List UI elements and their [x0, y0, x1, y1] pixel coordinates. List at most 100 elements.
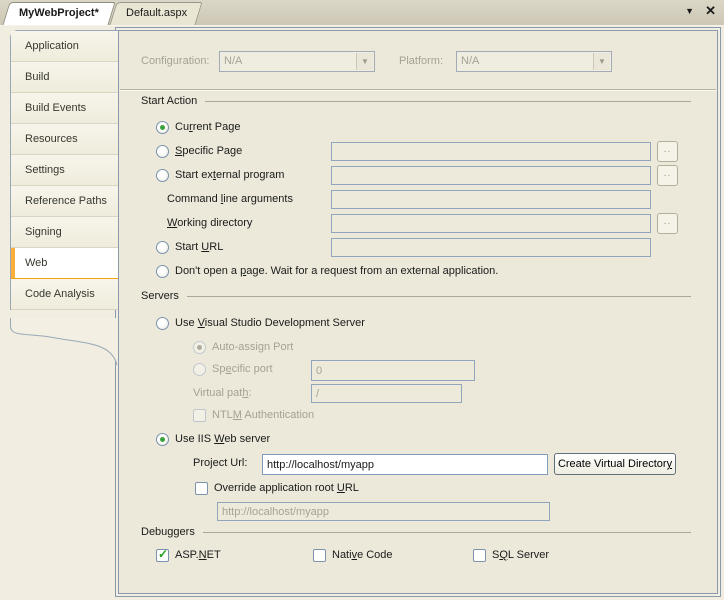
sidebar-item-build[interactable]: Build: [11, 62, 118, 93]
specific-page-label[interactable]: Specific Page: [175, 145, 242, 157]
sidebar-item-resources[interactable]: Resources: [11, 124, 118, 155]
dont-open-page-label[interactable]: Don't open a page. Wait for a request fr…: [175, 265, 498, 277]
use-vs-dev-server-radio[interactable]: [156, 317, 169, 330]
document-tab-defaultaspx[interactable]: Default.aspx: [113, 2, 199, 25]
start-external-input[interactable]: [331, 166, 651, 185]
project-url-label: Project Url:: [193, 457, 247, 469]
property-page-panel: Configuration: N/A ▼ Platform: N/A ▼ Sta…: [118, 30, 718, 594]
native-code-debugger-option: Native Code: [313, 547, 393, 563]
section-rule: [203, 532, 691, 533]
virtual-path-input[interactable]: [311, 384, 462, 403]
specific-page-option: Specific Page: [156, 143, 242, 159]
ntlm-authentication-checkbox[interactable]: [193, 409, 206, 422]
use-vs-dev-server-option: Use Visual Studio Development Server: [156, 315, 365, 331]
configuration-dropdown[interactable]: N/A ▼: [219, 51, 375, 72]
sidebar-item-web[interactable]: Web: [11, 248, 118, 279]
ntlm-authentication-label[interactable]: NTLM Authentication: [212, 409, 314, 421]
config-bar-separator: [120, 89, 716, 90]
current-page-option: Current Page: [156, 119, 240, 135]
native-code-checkbox[interactable]: [313, 549, 326, 562]
start-external-radio[interactable]: [156, 169, 169, 182]
tab-list-dropdown-icon[interactable]: ▼: [685, 6, 694, 16]
specific-page-radio[interactable]: [156, 145, 169, 158]
command-line-input[interactable]: [331, 190, 651, 209]
platform-value: N/A: [461, 55, 479, 67]
section-title: Servers: [141, 290, 179, 302]
auto-assign-port-option: Auto-assign Port: [193, 339, 293, 355]
document-tab-mywebproject[interactable]: MyWebProject*: [6, 2, 112, 25]
sidebar-item-reference-paths[interactable]: Reference Paths: [11, 186, 118, 217]
override-root-input[interactable]: [217, 502, 550, 521]
platform-label: Platform:: [399, 55, 443, 67]
use-iis-option: Use IIS Web server: [156, 431, 270, 447]
create-virtual-directory-button[interactable]: Create Virtual Directory: [554, 453, 676, 475]
use-iis-radio[interactable]: [156, 433, 169, 446]
configuration-value: N/A: [224, 55, 242, 67]
specific-port-radio[interactable]: [193, 363, 206, 376]
servers-section-header: Servers: [141, 289, 691, 303]
project-url-input[interactable]: [262, 454, 548, 475]
specific-port-label[interactable]: Specific port: [212, 363, 273, 375]
start-action-section-header: Start Action: [141, 94, 691, 108]
ntlm-authentication-option: NTLM Authentication: [193, 407, 314, 423]
working-directory-browse-button[interactable]: ..: [657, 213, 678, 234]
close-document-icon[interactable]: ✕: [705, 4, 716, 18]
sidebar-item-settings[interactable]: Settings: [11, 155, 118, 186]
virtual-path-row: Virtual path:: [193, 385, 252, 401]
section-rule: [187, 296, 691, 297]
sidebar-item-application[interactable]: Application: [11, 31, 118, 62]
current-page-radio[interactable]: [156, 121, 169, 134]
debuggers-section-header: Debuggers: [141, 525, 691, 539]
sidebar-item-code-analysis[interactable]: Code Analysis: [11, 279, 118, 310]
override-root-checkbox[interactable]: [195, 482, 208, 495]
document-tab-label: Default.aspx: [113, 2, 199, 24]
start-url-label[interactable]: Start URL: [175, 241, 223, 253]
working-directory-label: Working directory: [167, 217, 252, 229]
current-page-label[interactable]: Current Page: [175, 121, 240, 133]
section-title: Debuggers: [141, 526, 195, 538]
use-vs-dev-server-label[interactable]: Use Visual Studio Development Server: [175, 317, 365, 329]
aspnet-label[interactable]: ASP.NET: [175, 549, 221, 561]
command-line-row: Command line arguments: [167, 191, 293, 207]
start-url-input[interactable]: [331, 238, 651, 257]
native-code-label[interactable]: Native Code: [332, 549, 393, 561]
document-tab-strip: MyWebProject* Default.aspx ▼ ✕: [0, 0, 724, 26]
section-rule: [205, 101, 691, 102]
start-url-radio[interactable]: [156, 241, 169, 254]
sql-server-debugger-option: SQL Server: [473, 547, 549, 563]
specific-page-browse-button[interactable]: ..: [657, 141, 678, 162]
start-url-option: Start URL: [156, 239, 223, 255]
category-tab-list: Application Build Build Events Resources…: [10, 30, 118, 310]
aspnet-checkbox[interactable]: [156, 549, 169, 562]
sidebar-tail-curve: [10, 318, 118, 365]
document-tab-label: MyWebProject*: [6, 2, 112, 24]
sql-server-checkbox[interactable]: [473, 549, 486, 562]
working-directory-row: Working directory: [167, 215, 252, 231]
override-root-label[interactable]: Override application root URL: [214, 482, 359, 494]
designer-host-panel: Configuration: N/A ▼ Platform: N/A ▼ Sta…: [115, 27, 721, 597]
configuration-label: Configuration:: [141, 55, 210, 67]
command-line-label: Command line arguments: [167, 193, 293, 205]
specific-port-option: Specific port: [193, 361, 273, 377]
chevron-down-icon: ▼: [593, 53, 610, 70]
sql-server-label[interactable]: SQL Server: [492, 549, 549, 561]
specific-port-input[interactable]: [311, 360, 475, 381]
auto-assign-port-label[interactable]: Auto-assign Port: [212, 341, 293, 353]
specific-page-input[interactable]: [331, 142, 651, 161]
project-url-row: Project Url:: [193, 455, 247, 471]
start-external-option: Start external program: [156, 167, 284, 183]
sidebar-item-signing[interactable]: Signing: [11, 217, 118, 248]
override-root-option: Override application root URL: [195, 480, 359, 496]
platform-dropdown[interactable]: N/A ▼: [456, 51, 612, 72]
section-title: Start Action: [141, 95, 197, 107]
use-iis-label[interactable]: Use IIS Web server: [175, 433, 270, 445]
start-external-label[interactable]: Start external program: [175, 169, 284, 181]
virtual-path-label: Virtual path:: [193, 387, 252, 399]
auto-assign-port-radio[interactable]: [193, 341, 206, 354]
aspnet-debugger-option: ASP.NET: [156, 547, 221, 563]
dont-open-page-radio[interactable]: [156, 265, 169, 278]
sidebar-item-build-events[interactable]: Build Events: [11, 93, 118, 124]
working-directory-input[interactable]: [331, 214, 651, 233]
chevron-down-icon: ▼: [356, 53, 373, 70]
start-external-browse-button[interactable]: ..: [657, 165, 678, 186]
